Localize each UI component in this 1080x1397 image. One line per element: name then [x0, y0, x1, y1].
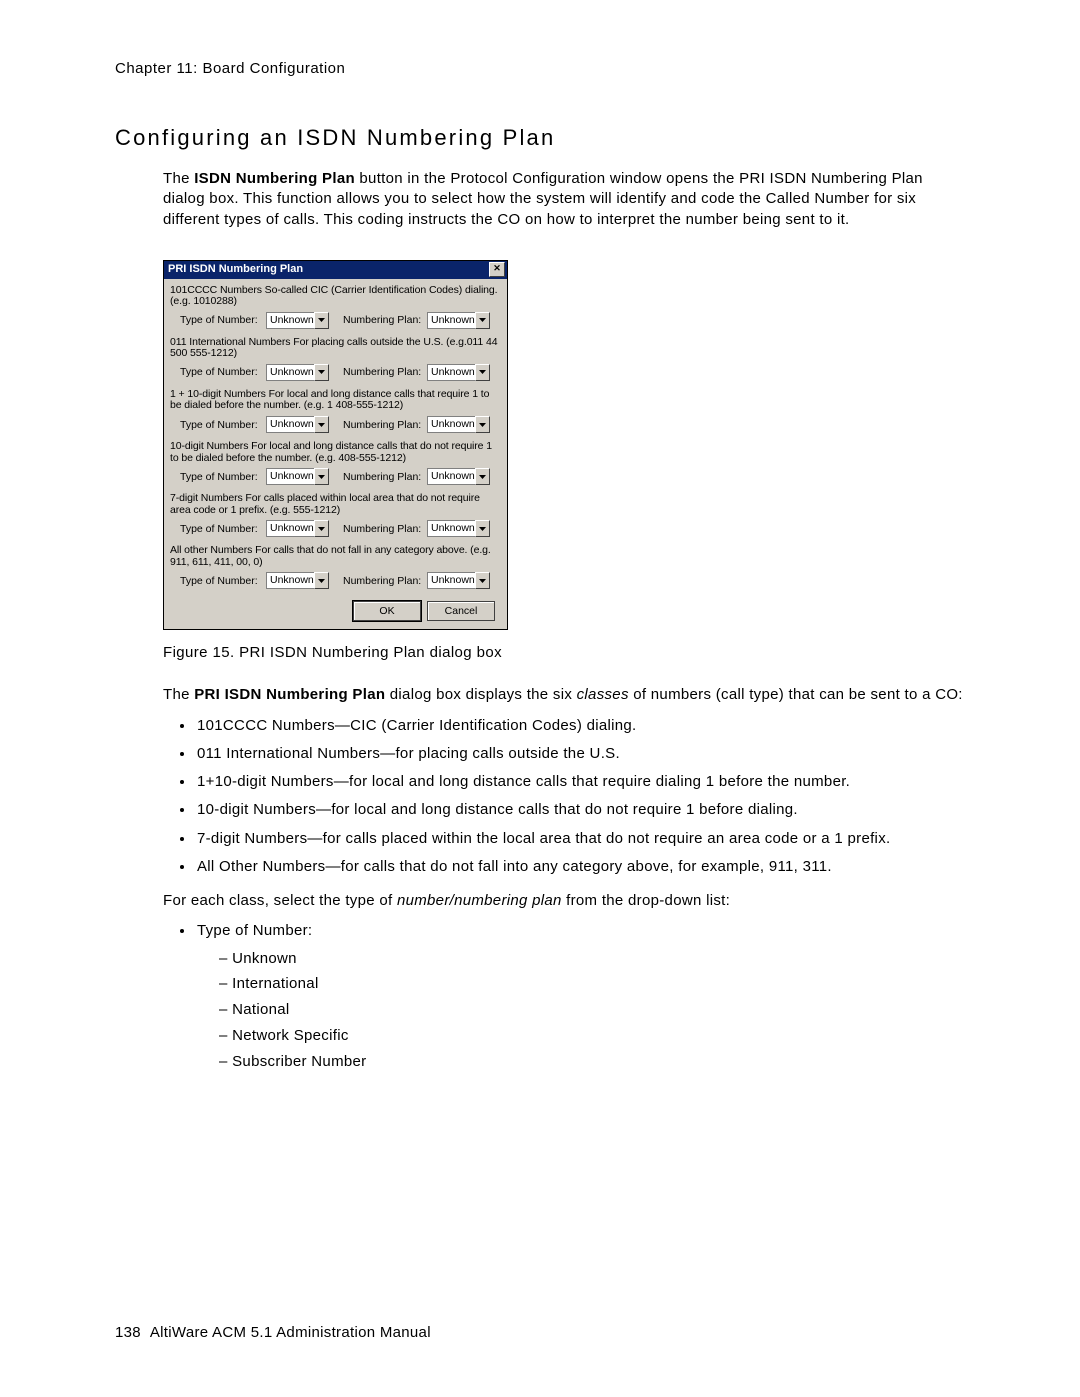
- section-desc-0: 101CCCC Numbers So-called CIC (Carrier I…: [170, 285, 501, 308]
- classes-list: 101CCCC Numbers—CIC (Carrier Identificat…: [163, 716, 965, 878]
- dropdown-value: Unknown: [266, 364, 314, 381]
- dropdown-value: Unknown: [266, 312, 314, 329]
- type-of-number-label: Type of Number:: [180, 314, 262, 326]
- footer-title: AltiWare ACM 5.1 Administration Manual: [150, 1324, 431, 1341]
- list-item: 1+10-digit Numbers—for local and long di…: [195, 772, 965, 792]
- para-select: For each class, select the type of numbe…: [163, 891, 965, 911]
- sublist-header-text: Type of Number:: [197, 922, 312, 939]
- chevron-down-icon[interactable]: [314, 364, 329, 381]
- list-item: Network Specific: [217, 1025, 965, 1047]
- chevron-down-icon[interactable]: [314, 572, 329, 589]
- list-item: Unknown: [217, 948, 965, 970]
- type-of-number-outer: Type of Number: Unknown International Na…: [163, 921, 965, 1072]
- numbering-plan-dropdown[interactable]: Unknown: [427, 520, 490, 537]
- chevron-down-icon[interactable]: [475, 312, 490, 329]
- dropdown-value: Unknown: [266, 520, 314, 537]
- type-of-number-label: Type of Number:: [180, 575, 262, 587]
- chevron-down-icon[interactable]: [475, 520, 490, 537]
- type-of-number-sublist: Unknown International National Network S…: [217, 948, 965, 1073]
- chevron-down-icon[interactable]: [475, 572, 490, 589]
- numbering-plan-label: Numbering Plan:: [343, 419, 423, 431]
- type-of-number-dropdown[interactable]: Unknown: [266, 416, 329, 433]
- dropdown-value: Unknown: [427, 416, 475, 433]
- cancel-button[interactable]: Cancel: [427, 601, 495, 621]
- dialog-title: PRI ISDN Numbering Plan: [168, 263, 303, 275]
- numbering-plan-dropdown[interactable]: Unknown: [427, 364, 490, 381]
- chevron-down-icon[interactable]: [314, 312, 329, 329]
- section-desc-4: 7-digit Numbers For calls placed within …: [170, 493, 501, 516]
- figure-caption: Figure 15. PRI ISDN Numbering Plan dialo…: [163, 644, 965, 661]
- type-of-number-dropdown[interactable]: Unknown: [266, 520, 329, 537]
- type-of-number-label: Type of Number:: [180, 523, 262, 535]
- type-of-number-dropdown[interactable]: Unknown: [266, 364, 329, 381]
- ok-button[interactable]: OK: [353, 601, 421, 621]
- type-of-number-dropdown[interactable]: Unknown: [266, 312, 329, 329]
- numbering-plan-dropdown[interactable]: Unknown: [427, 572, 490, 589]
- list-item: 7-digit Numbers—for calls placed within …: [195, 829, 965, 849]
- type-of-number-label: Type of Number:: [180, 419, 262, 431]
- p2-mid: dialog box displays the six: [385, 686, 576, 703]
- list-item: International: [217, 973, 965, 995]
- numbering-plan-label: Numbering Plan:: [343, 366, 423, 378]
- p2-italic: classes: [577, 686, 629, 703]
- dropdown-value: Unknown: [427, 520, 475, 537]
- numbering-plan-label: Numbering Plan:: [343, 523, 423, 535]
- list-item: Subscriber Number: [217, 1051, 965, 1073]
- type-of-number-label: Type of Number:: [180, 471, 262, 483]
- dropdown-value: Unknown: [266, 416, 314, 433]
- page-number: 138: [115, 1324, 141, 1341]
- chevron-down-icon[interactable]: [314, 520, 329, 537]
- chevron-down-icon[interactable]: [314, 416, 329, 433]
- dropdown-value: Unknown: [427, 364, 475, 381]
- numbering-plan-dropdown[interactable]: Unknown: [427, 468, 490, 485]
- p2-bold: PRI ISDN Numbering Plan: [194, 686, 385, 703]
- numbering-plan-label: Numbering Plan:: [343, 575, 423, 587]
- dropdown-value: Unknown: [427, 572, 475, 589]
- section-desc-1: 011 International Numbers For placing ca…: [170, 337, 501, 360]
- chevron-down-icon[interactable]: [475, 468, 490, 485]
- dropdown-value: Unknown: [266, 468, 314, 485]
- p3-pre: For each class, select the type of: [163, 892, 397, 909]
- section-title: Configuring an ISDN Numbering Plan: [115, 125, 965, 151]
- list-item: 101CCCC Numbers—CIC (Carrier Identificat…: [195, 716, 965, 736]
- numbering-plan-dropdown[interactable]: Unknown: [427, 312, 490, 329]
- chevron-down-icon[interactable]: [475, 364, 490, 381]
- section-desc-2: 1 + 10-digit Numbers For local and long …: [170, 389, 501, 412]
- numbering-plan-label: Numbering Plan:: [343, 314, 423, 326]
- p2-post: of numbers (call type) that can be sent …: [629, 686, 963, 703]
- chapter-header: Chapter 11: Board Configuration: [115, 60, 965, 77]
- dropdown-value: Unknown: [427, 468, 475, 485]
- list-item: All Other Numbers—for calls that do not …: [195, 857, 965, 877]
- list-item: 10-digit Numbers—for local and long dist…: [195, 800, 965, 820]
- type-of-number-header: Type of Number: Unknown International Na…: [195, 921, 965, 1072]
- type-of-number-dropdown[interactable]: Unknown: [266, 468, 329, 485]
- numbering-plan-label: Numbering Plan:: [343, 471, 423, 483]
- close-icon[interactable]: ✕: [489, 262, 505, 277]
- p3-italic: number/numbering plan: [397, 892, 562, 909]
- page-footer: 138 AltiWare ACM 5.1 Administration Manu…: [115, 1324, 431, 1341]
- numbering-plan-dropdown[interactable]: Unknown: [427, 416, 490, 433]
- pri-isdn-dialog: PRI ISDN Numbering Plan ✕ 101CCCC Number…: [163, 260, 508, 631]
- p3-post: from the drop-down list:: [562, 892, 730, 909]
- type-of-number-label: Type of Number:: [180, 366, 262, 378]
- intro-paragraph: The ISDN Numbering Plan button in the Pr…: [163, 169, 965, 230]
- chevron-down-icon[interactable]: [314, 468, 329, 485]
- list-item: 011 International Numbers—for placing ca…: [195, 744, 965, 764]
- dropdown-value: Unknown: [427, 312, 475, 329]
- type-of-number-dropdown[interactable]: Unknown: [266, 572, 329, 589]
- chevron-down-icon[interactable]: [475, 416, 490, 433]
- dropdown-value: Unknown: [266, 572, 314, 589]
- list-item: National: [217, 999, 965, 1021]
- dialog-titlebar[interactable]: PRI ISDN Numbering Plan ✕: [164, 261, 507, 279]
- intro-bold: ISDN Numbering Plan: [194, 170, 355, 187]
- section-desc-3: 10-digit Numbers For local and long dist…: [170, 441, 501, 464]
- para-classes: The PRI ISDN Numbering Plan dialog box d…: [163, 685, 965, 705]
- section-desc-5: All other Numbers For calls that do not …: [170, 545, 501, 568]
- intro-pre: The: [163, 170, 194, 187]
- p2-pre: The: [163, 686, 194, 703]
